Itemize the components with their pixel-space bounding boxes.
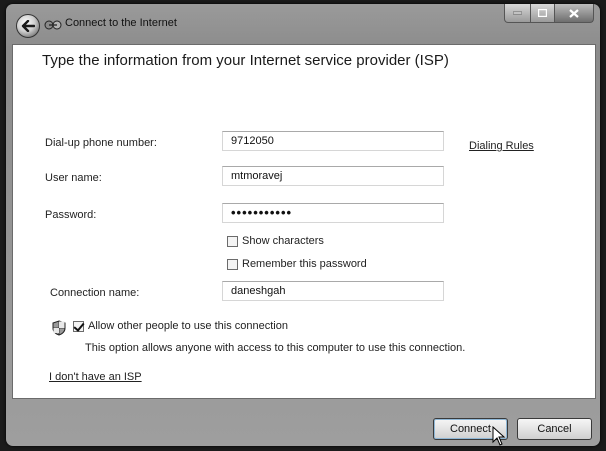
close-button[interactable] [555,4,594,23]
minimize-button[interactable] [504,4,531,23]
username-label: User name: [45,172,102,184]
allow-others-option[interactable]: Allow other people to use this connectio… [73,320,288,332]
maximize-button[interactable] [530,4,556,23]
minimize-icon [512,11,522,15]
password-field[interactable]: ••••••••••• [222,203,444,223]
remember-password-label: Remember this password [242,258,367,270]
mouse-pointer-icon [492,426,506,446]
close-icon [569,8,579,18]
dialing-rules-link[interactable]: Dialing Rules [469,140,534,152]
show-characters-checkbox[interactable] [227,235,238,247]
maximize-icon [537,9,547,17]
remember-password-option[interactable]: Remember this password [227,258,367,270]
allow-others-description: This option allows anyone with access to… [85,342,466,354]
network-connection-icon [44,20,62,30]
password-label: Password: [45,209,97,221]
no-isp-link[interactable]: I don't have an ISP [49,371,142,383]
allow-others-checkbox[interactable] [73,320,84,332]
page-heading: Type the information from your Internet … [42,52,449,69]
show-characters-label: Show characters [242,235,324,247]
remember-password-checkbox[interactable] [227,258,238,270]
phone-number-label: Dial-up phone number: [45,137,157,149]
title-bar: Connect to the Internet [6,4,600,38]
show-characters-option[interactable]: Show characters [227,235,324,247]
username-field[interactable]: mtmoravej [222,166,444,186]
phone-number-field[interactable]: 9712050 [222,131,444,151]
connection-name-field[interactable]: daneshgah [222,281,444,301]
window-controls [504,4,594,24]
window-title: Connect to the Internet [65,17,177,29]
uac-shield-icon [52,320,66,336]
cancel-button[interactable]: Cancel [517,418,592,440]
back-button[interactable] [16,14,40,38]
connection-name-label: Connection name: [50,287,140,299]
back-arrow-icon [21,20,35,32]
allow-others-label: Allow other people to use this connectio… [88,320,288,332]
